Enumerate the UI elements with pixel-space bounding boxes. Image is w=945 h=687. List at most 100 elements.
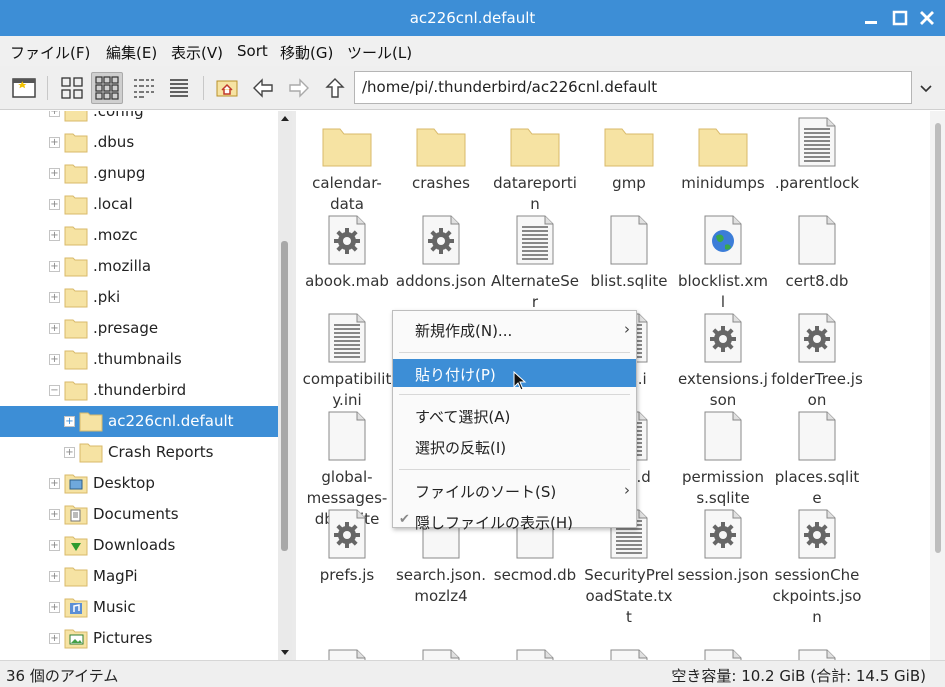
- file-item[interactable]: global-messages-db.sqlite: [301, 411, 393, 528]
- expand-icon[interactable]: +: [49, 540, 60, 551]
- expand-icon[interactable]: +: [49, 199, 60, 210]
- compact-view-icon[interactable]: [128, 72, 160, 104]
- expand-icon[interactable]: +: [49, 509, 60, 520]
- new-window-icon[interactable]: [8, 72, 40, 104]
- file-item[interactable]: datareporting: [489, 117, 581, 234]
- tree-item[interactable]: + .dbus: [0, 127, 278, 158]
- file-item[interactable]: [583, 649, 675, 660]
- expand-icon[interactable]: +: [49, 602, 60, 613]
- expand-icon[interactable]: +: [49, 137, 60, 148]
- thumbnail-view-icon[interactable]: [91, 72, 123, 104]
- file-item[interactable]: minidumps: [677, 117, 769, 213]
- tree-item[interactable]: + Downloads: [0, 530, 278, 561]
- context-menu-item[interactable]: 選択の反転(I): [393, 432, 636, 460]
- file-item[interactable]: compatibilit y.ini: [301, 313, 393, 409]
- file-item[interactable]: addons.json: [395, 215, 487, 311]
- directory-tree[interactable]: + .config + .dbus + .gnupg + .local + .mozc + .mozi…: [0, 111, 278, 660]
- file-item[interactable]: blist.sqlite: [583, 215, 675, 311]
- icon-view-icon[interactable]: [56, 72, 88, 104]
- home-icon[interactable]: [211, 72, 243, 104]
- context-menu-item[interactable]: 新規作成(N)... ›: [393, 315, 636, 343]
- tree-item[interactable]: + .local: [0, 189, 278, 220]
- tree-item[interactable]: + .presage: [0, 313, 278, 344]
- file-item[interactable]: places.sqlite: [771, 411, 863, 507]
- menu-tools[interactable]: ツール(L): [347, 42, 412, 63]
- expand-icon[interactable]: +: [49, 230, 60, 241]
- menu-file[interactable]: ファイル(F): [10, 42, 90, 63]
- tree-item-label: .mozc: [93, 226, 138, 244]
- tree-item[interactable]: + Music: [0, 592, 278, 623]
- file-item[interactable]: AlternateServices.txt: [489, 215, 581, 332]
- tree-item[interactable]: + .thumbnails: [0, 344, 278, 375]
- expand-icon[interactable]: +: [49, 111, 60, 117]
- file-scrollbar-thumb[interactable]: [935, 123, 941, 553]
- tree-item[interactable]: + MagPi: [0, 561, 278, 592]
- expand-icon[interactable]: +: [64, 447, 75, 458]
- file-item[interactable]: [301, 649, 393, 660]
- tree-item[interactable]: + .mozc: [0, 220, 278, 251]
- file-item[interactable]: [677, 649, 769, 660]
- detailed-list-icon[interactable]: [163, 72, 195, 104]
- file-item[interactable]: session.json: [677, 509, 769, 605]
- maximize-icon[interactable]: [891, 9, 909, 27]
- chevron-down-icon[interactable]: [916, 78, 936, 98]
- tree-item[interactable]: + .config: [0, 111, 278, 127]
- expand-icon[interactable]: +: [64, 416, 75, 427]
- file-item[interactable]: extensions.j son: [677, 313, 769, 409]
- file-item[interactable]: [395, 649, 487, 660]
- menu-edit[interactable]: 編集(E): [106, 42, 157, 63]
- tree-scrollbar-thumb[interactable]: [281, 241, 288, 551]
- context-menu-item[interactable]: 隠しファイルの表示(H) ✔: [393, 507, 636, 535]
- tree-item[interactable]: + .pki: [0, 282, 278, 313]
- file-item[interactable]: .parentlock: [771, 117, 863, 213]
- expand-icon[interactable]: +: [49, 354, 60, 365]
- free-space: 空き容量: 10.2 GiB (合計: 14.5 GiB): [671, 667, 926, 685]
- tree-item[interactable]: + .mozilla: [0, 251, 278, 282]
- file-icon: [703, 313, 743, 363]
- tree-item[interactable]: + Desktop: [0, 468, 278, 499]
- expand-icon[interactable]: +: [49, 571, 60, 582]
- tree-item-label: .pki: [93, 288, 121, 306]
- file-item[interactable]: calendar-data: [301, 117, 393, 213]
- expand-icon[interactable]: +: [49, 292, 60, 303]
- file-item[interactable]: blocklist.xm l: [677, 215, 769, 311]
- tree-item[interactable]: + Crash Reports: [0, 437, 278, 468]
- up-icon[interactable]: [319, 72, 351, 104]
- file-scrollbar[interactable]: [930, 111, 945, 660]
- menu-sort[interactable]: Sort: [237, 42, 268, 60]
- status-bar: 36 個のアイテム 空き容量: 10.2 GiB (合計: 14.5 GiB): [0, 660, 945, 687]
- minimize-icon[interactable]: [862, 9, 880, 27]
- file-item[interactable]: abook.mab: [301, 215, 393, 311]
- collapse-icon[interactable]: −: [49, 385, 60, 396]
- tree-scrollbar[interactable]: [278, 111, 292, 660]
- tree-item[interactable]: + Pictures: [0, 623, 278, 654]
- tree-item[interactable]: + Documents: [0, 499, 278, 530]
- file-item[interactable]: [771, 649, 863, 660]
- path-input[interactable]: /home/pi/.thunderbird/ac226cnl.default: [354, 71, 912, 104]
- tree-item-label: .local: [93, 195, 133, 213]
- file-item[interactable]: [489, 649, 581, 660]
- context-menu-item[interactable]: すべて選択(A): [393, 401, 636, 429]
- file-item[interactable]: prefs.js: [301, 509, 393, 605]
- expand-icon[interactable]: +: [49, 168, 60, 179]
- tree-item-label: Desktop: [93, 474, 155, 492]
- menu-go[interactable]: 移動(G): [280, 42, 333, 63]
- tree-item[interactable]: − .thunderbird: [0, 375, 278, 406]
- back-icon[interactable]: [247, 72, 279, 104]
- expand-icon[interactable]: +: [49, 633, 60, 644]
- file-item[interactable]: folderTree.js on: [771, 313, 863, 409]
- tree-item[interactable]: + ac226cnl.default: [0, 406, 278, 437]
- menu-view[interactable]: 表示(V): [171, 42, 223, 63]
- expand-icon[interactable]: +: [49, 478, 60, 489]
- forward-icon[interactable]: [283, 72, 315, 104]
- close-icon[interactable]: [918, 9, 936, 27]
- tree-item[interactable]: + .gnupg: [0, 158, 278, 189]
- expand-icon[interactable]: +: [49, 261, 60, 272]
- file-item[interactable]: sessionChe ckpoints.jso n: [771, 509, 863, 626]
- file-item[interactable]: cert8.db: [771, 215, 863, 311]
- context-menu-item[interactable]: ファイルのソート(S) ›: [393, 476, 636, 504]
- file-item[interactable]: permission s.sqlite: [677, 411, 769, 507]
- expand-icon[interactable]: +: [49, 323, 60, 334]
- file-item[interactable]: crashes: [395, 117, 487, 213]
- file-item[interactable]: gmp: [583, 117, 675, 213]
